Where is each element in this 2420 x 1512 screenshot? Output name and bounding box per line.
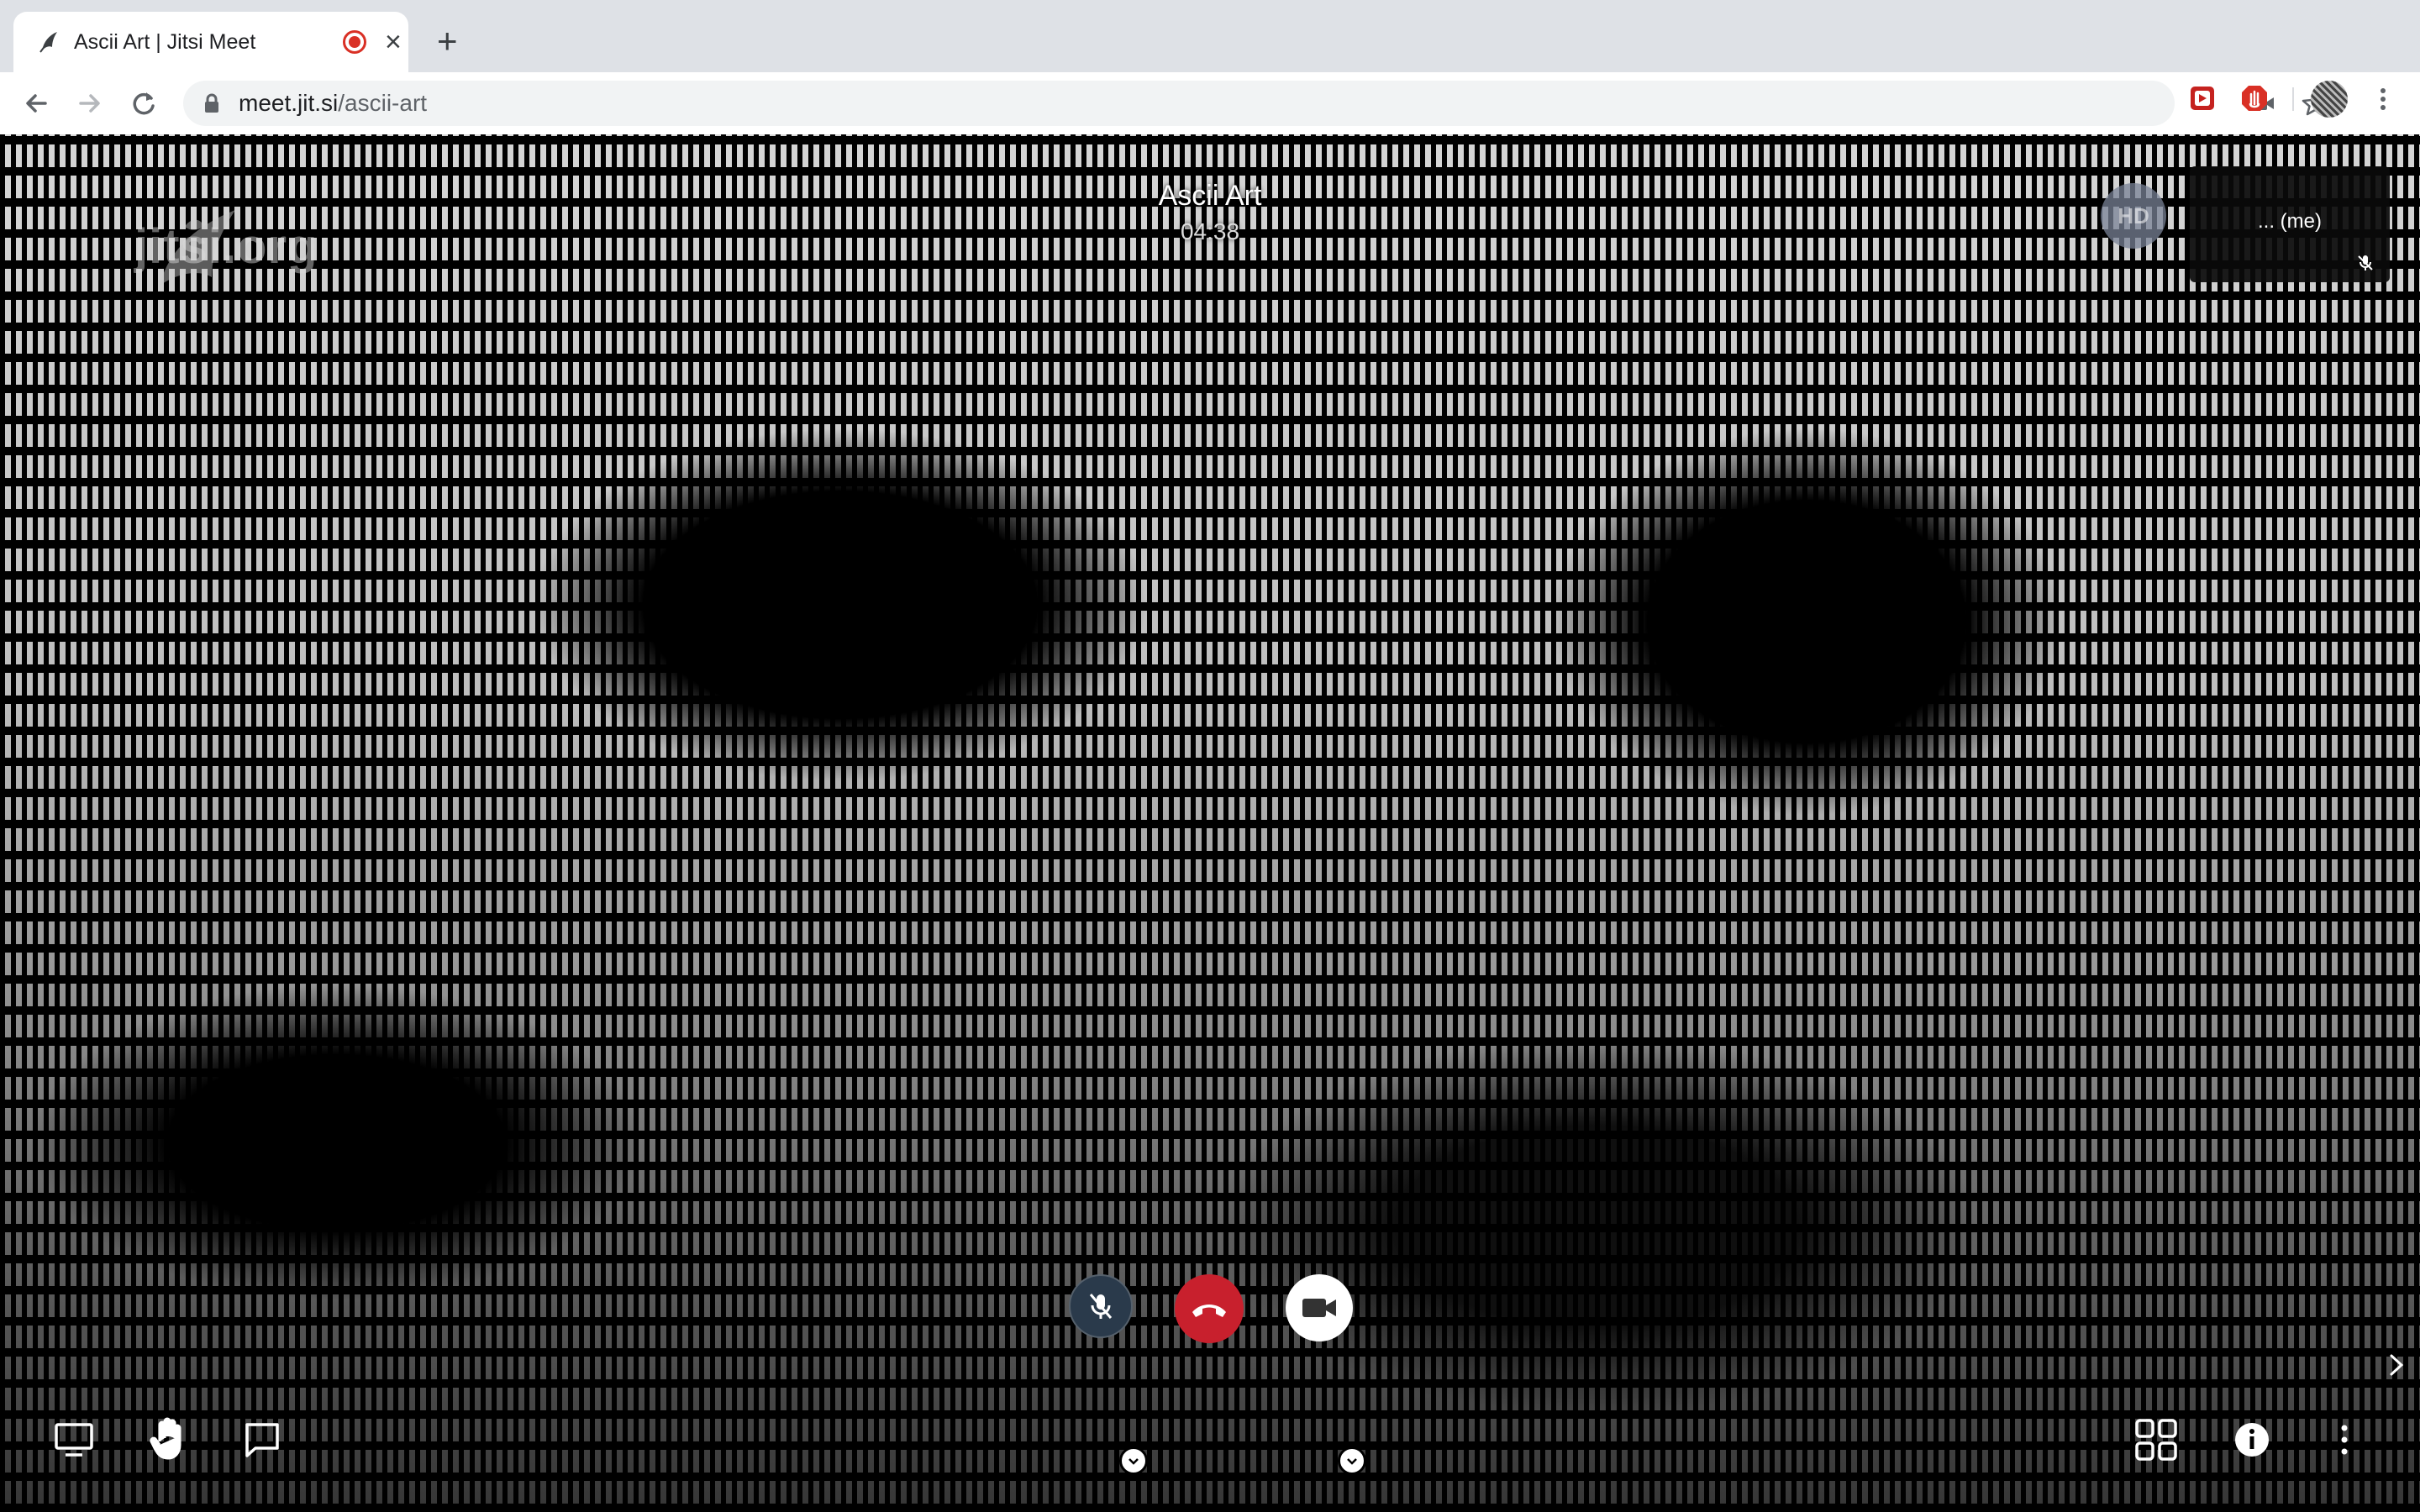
chat-icon[interactable] [244, 1421, 281, 1458]
extension-icon[interactable] [2188, 84, 2217, 113]
tab-title: Ascii Art | Jitsi Meet [74, 30, 256, 54]
mic-muted-icon [2358, 255, 2373, 270]
video-quality-badge[interactable]: HD [2101, 183, 2166, 249]
browser-tab-bar: Ascii Art | Jitsi Meet × + [0, 0, 2420, 72]
chevron-down-icon [1128, 1458, 1139, 1465]
browser-tab-active[interactable]: Ascii Art | Jitsi Meet × [13, 12, 408, 72]
tab-close-button[interactable]: × [385, 25, 402, 59]
adblock-extension-icon[interactable] [2240, 84, 2269, 113]
reload-icon[interactable] [124, 84, 163, 123]
profile-avatar[interactable] [2311, 81, 2348, 118]
hangup-button[interactable] [1175, 1274, 1244, 1343]
lock-icon[interactable] [200, 92, 224, 115]
hangup-icon [1192, 1305, 1226, 1317]
more-actions-icon[interactable] [2334, 1421, 2354, 1458]
local-participant-name: ... (me) [2258, 210, 2322, 233]
microphone-muted-icon [1089, 1294, 1113, 1319]
url-path: /ascii-art [338, 90, 428, 116]
jitsi-favicon-icon [39, 32, 57, 53]
info-icon[interactable] [2233, 1421, 2270, 1458]
camera-toggle-button[interactable] [1286, 1274, 1353, 1341]
microphone-settings-caret[interactable] [1119, 1446, 1148, 1475]
forward-icon[interactable] [71, 84, 109, 123]
chevron-down-icon [1347, 1458, 1357, 1465]
tile-view-icon[interactable] [2134, 1418, 2178, 1462]
screenshare-icon[interactable] [54, 1421, 94, 1458]
microphone-toggle-button[interactable] [1069, 1274, 1133, 1338]
address-bar[interactable]: meet.jit.si/ascii-art [183, 81, 2328, 126]
toolbar-separator [2292, 87, 2294, 111]
conference-title: Ascii Art [1158, 180, 1262, 212]
filmstrip-toggle-icon[interactable] [2386, 1351, 2407, 1379]
browser-toolbar: meet.jit.si/ascii-art [0, 72, 2420, 135]
conference-timer: 04:38 [1180, 218, 1240, 244]
url-host: meet.jit.si [239, 90, 339, 116]
chrome-menu-icon[interactable] [2371, 84, 2395, 114]
raise-hand-icon[interactable] [148, 1416, 190, 1462]
url-text: meet.jit.si/ascii-art [239, 81, 427, 126]
local-video-thumbnail[interactable]: ... (me) [2190, 166, 2390, 282]
recording-indicator-icon [343, 30, 366, 54]
back-icon[interactable] [17, 84, 55, 123]
new-tab-button[interactable]: + [437, 24, 458, 59]
camera-icon [1302, 1299, 1336, 1317]
camera-settings-caret[interactable] [1338, 1446, 1366, 1475]
